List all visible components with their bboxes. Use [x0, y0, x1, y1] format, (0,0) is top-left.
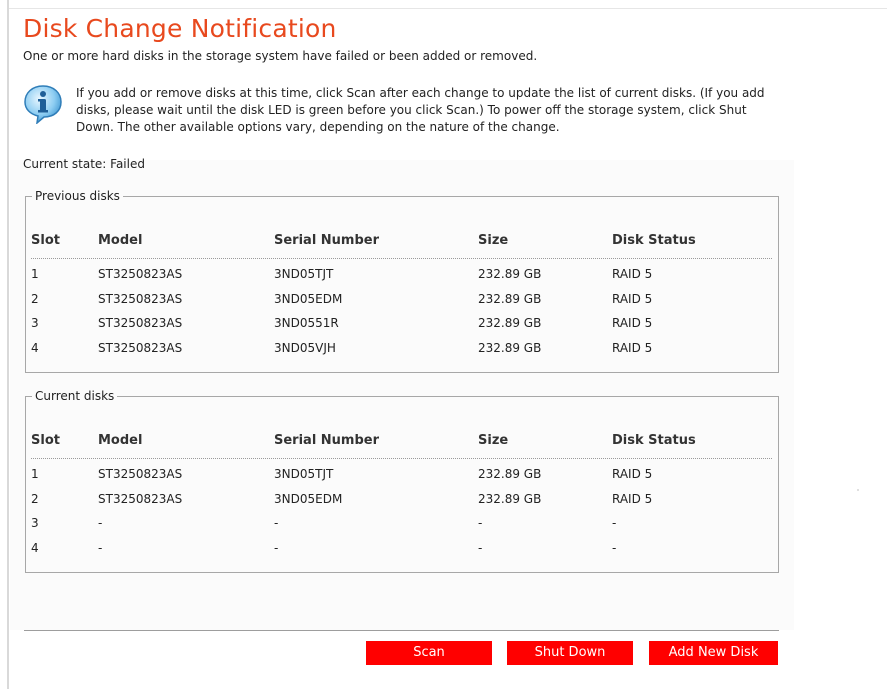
column-header-size: Size — [478, 233, 509, 248]
cell-status: RAID 5 — [612, 316, 653, 330]
column-header-model: Model — [98, 433, 143, 448]
info-bubble-icon — [23, 84, 63, 125]
cell-size: 232.89 GB — [478, 491, 542, 506]
cell-size: 232.89 GB — [478, 467, 542, 481]
table-row: 4 - - - - — [26, 541, 778, 566]
cell-serial: 3ND05EDM — [274, 291, 343, 306]
table-row: 4 ST3250823AS 3ND05VJH 232.89 GB RAID 5 — [26, 341, 778, 366]
table-row: 2 ST3250823AS 3ND05EDM 232.89 GB RAID 5 — [26, 292, 778, 317]
header-separator — [31, 458, 772, 459]
info-message: If you add or remove disks at this time,… — [76, 86, 765, 134]
cell-slot: 2 — [31, 491, 39, 506]
page-title: Disk Change Notification — [23, 14, 337, 43]
cell-model: - — [98, 516, 103, 530]
cell-serial: 3ND05EDM — [274, 491, 343, 506]
column-header-slot: Slot — [31, 233, 60, 248]
cell-slot: 4 — [31, 540, 39, 555]
cell-status: RAID 5 — [612, 267, 653, 281]
cell-status: RAID 5 — [612, 340, 653, 355]
cell-serial: 3ND05TJT — [274, 467, 334, 481]
cell-slot: 1 — [31, 467, 39, 481]
cell-status: - — [612, 540, 617, 555]
table-row: 3 - - - - — [26, 516, 778, 541]
column-header-disk-status: Disk Status — [612, 433, 696, 448]
current-disks-panel: Current disks Slot Model Serial Number S… — [25, 389, 779, 573]
cell-status: RAID 5 — [612, 491, 653, 506]
cell-model: ST3250823AS — [98, 316, 183, 330]
cell-status: RAID 5 — [612, 467, 653, 481]
column-header-serial-number: Serial Number — [274, 233, 380, 248]
shut-down-button[interactable]: Shut Down — [507, 641, 633, 665]
table-row: 1 ST3250823AS 3ND05TJT 232.89 GB RAID 5 — [26, 267, 778, 292]
cell-slot: 3 — [31, 316, 39, 330]
previous-disks-panel: Previous disks Slot Model Serial Number … — [25, 189, 779, 373]
current-disks-legend: Current disks — [35, 389, 115, 403]
table-row: 1 ST3250823AS 3ND05TJT 232.89 GB RAID 5 — [26, 467, 778, 492]
disk-change-page: Disk Change Notification One or more har… — [0, 0, 887, 689]
cell-slot: 4 — [31, 340, 39, 355]
table-row: 2 ST3250823AS 3ND05EDM 232.89 GB RAID 5 — [26, 492, 778, 517]
cell-size: - — [478, 540, 483, 555]
previous-disks-legend: Previous disks — [35, 189, 120, 203]
table-header-row: Slot Model Serial Number Size Disk Statu… — [26, 433, 778, 458]
cell-serial: 3ND05VJH — [274, 340, 336, 355]
cell-model: ST3250823AS — [98, 467, 183, 481]
cell-size: 232.89 GB — [478, 340, 542, 355]
left-border — [7, 0, 9, 689]
cell-serial: 3ND0551R — [274, 316, 339, 330]
footer-divider — [24, 630, 779, 631]
cell-model: ST3250823AS — [98, 491, 183, 506]
column-header-slot: Slot — [31, 433, 60, 448]
current-disks-table: Slot Model Serial Number Size Disk Statu… — [26, 433, 778, 565]
header-separator — [31, 258, 772, 259]
column-header-disk-status: Disk Status — [612, 233, 696, 248]
cell-model: ST3250823AS — [98, 267, 183, 281]
cell-model: ST3250823AS — [98, 340, 183, 355]
table-row: 3 ST3250823AS 3ND0551R 232.89 GB RAID 5 — [26, 316, 778, 341]
cell-size: - — [478, 516, 483, 530]
cell-slot: 2 — [31, 291, 39, 306]
divider-dot — [857, 489, 859, 491]
column-header-model: Model — [98, 233, 143, 248]
table-header-row: Slot Model Serial Number Size Disk Statu… — [26, 233, 778, 258]
current-state-value: Failed — [110, 157, 145, 171]
cell-model: - — [98, 540, 103, 555]
cell-size: 232.89 GB — [478, 267, 542, 281]
cell-slot: 1 — [31, 267, 39, 281]
cell-slot: 3 — [31, 516, 39, 530]
cell-model: ST3250823AS — [98, 291, 183, 306]
current-state-label: Current state: — [23, 157, 107, 171]
add-new-disk-button[interactable]: Add New Disk — [649, 641, 778, 665]
current-state: Current state: Failed — [23, 157, 145, 171]
column-header-serial-number: Serial Number — [274, 433, 380, 448]
top-border — [9, 8, 887, 9]
page-subtitle: One or more hard disks in the storage sy… — [23, 49, 538, 63]
cell-status: - — [612, 516, 617, 530]
cell-status: RAID 5 — [612, 291, 653, 306]
previous-disks-table: Slot Model Serial Number Size Disk Statu… — [26, 233, 778, 365]
cell-size: 232.89 GB — [478, 316, 542, 330]
cell-size: 232.89 GB — [478, 291, 542, 306]
cell-serial: - — [274, 516, 279, 530]
cell-serial: 3ND05TJT — [274, 267, 334, 281]
cell-serial: - — [274, 540, 279, 555]
column-header-size: Size — [478, 433, 509, 448]
scan-button[interactable]: Scan — [366, 641, 492, 665]
